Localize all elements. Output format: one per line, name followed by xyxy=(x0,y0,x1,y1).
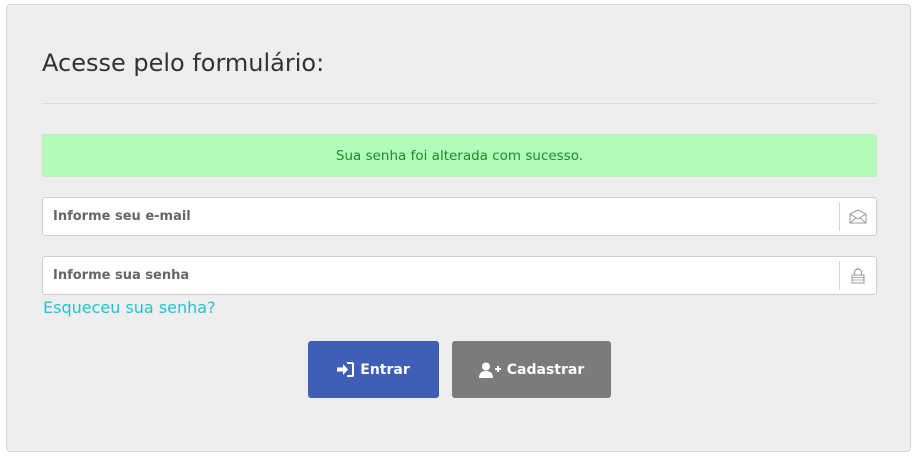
title-divider xyxy=(42,103,877,104)
register-button[interactable]: Cadastrar xyxy=(452,341,611,398)
password-input[interactable] xyxy=(43,257,838,294)
form-title: Acesse pelo formulário: xyxy=(42,49,325,77)
lock-icon xyxy=(839,261,876,290)
sign-in-icon xyxy=(337,362,355,377)
login-button-label: Entrar xyxy=(360,361,410,378)
password-field-wrapper xyxy=(42,256,877,295)
login-panel: Acesse pelo formulário: Sua senha foi al… xyxy=(6,4,911,452)
email-field-wrapper xyxy=(42,197,877,236)
forgot-password-link[interactable]: Esqueceu sua senha? xyxy=(43,298,216,317)
login-button[interactable]: Entrar xyxy=(308,341,439,398)
success-alert: Sua senha foi alterada com sucesso. xyxy=(42,134,877,177)
success-alert-text: Sua senha foi alterada com sucesso. xyxy=(335,147,584,164)
envelope-icon xyxy=(839,202,876,231)
user-plus-icon xyxy=(478,362,501,378)
email-input[interactable] xyxy=(43,198,838,235)
register-button-label: Cadastrar xyxy=(506,361,585,378)
